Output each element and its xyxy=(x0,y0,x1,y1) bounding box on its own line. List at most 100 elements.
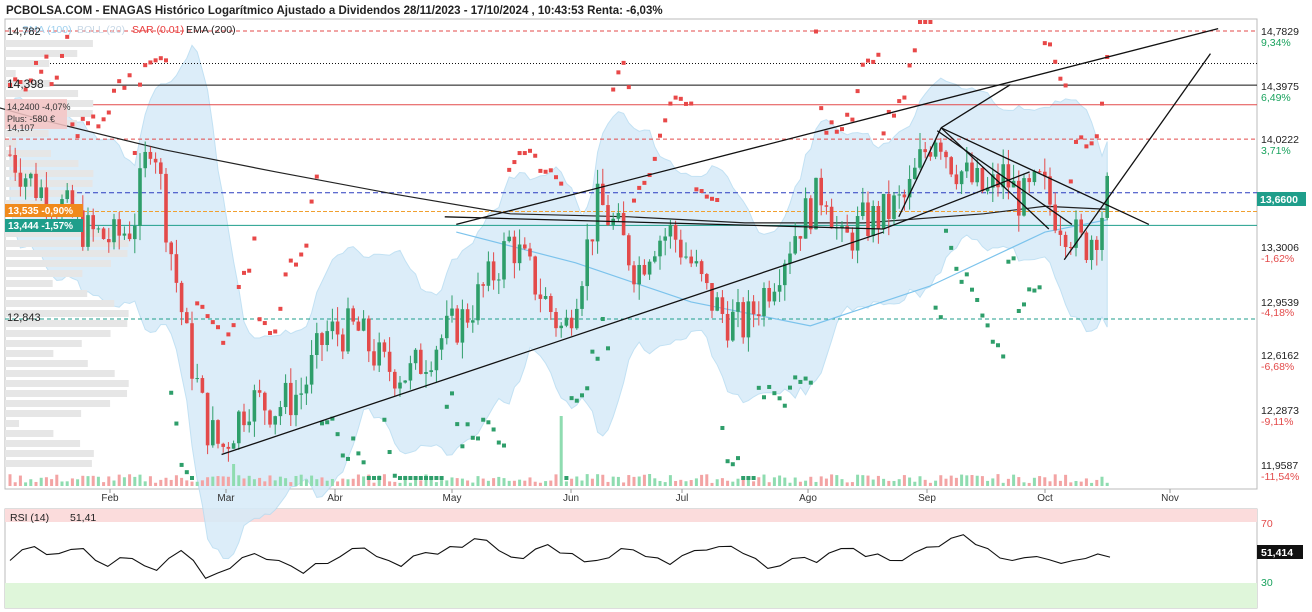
sar-dot xyxy=(70,122,75,127)
volume-bar xyxy=(596,474,600,486)
sar-dot xyxy=(964,272,969,277)
candle-body xyxy=(881,193,886,229)
sar-dot xyxy=(850,117,855,122)
sar-dot xyxy=(725,459,730,464)
candle-body xyxy=(970,162,974,183)
candle-body xyxy=(902,194,907,198)
candle-body xyxy=(320,333,324,346)
x-tick-month: Jul xyxy=(676,493,689,504)
candle-body xyxy=(101,228,106,240)
volume-bar xyxy=(861,475,865,486)
volume-bar xyxy=(393,481,397,486)
volume-bar xyxy=(762,474,766,486)
y-tick-pct: -11,54% xyxy=(1261,471,1299,483)
volume-bar xyxy=(39,477,43,486)
volume-bar xyxy=(50,479,54,486)
volume-bar xyxy=(492,478,496,486)
position-box: 14,2400 -4,07% Plus: -580 € 14,107 xyxy=(5,99,71,133)
sar-dot xyxy=(372,476,376,480)
volume-bar xyxy=(726,480,730,486)
candle-body xyxy=(231,443,236,449)
sar-dot xyxy=(678,96,683,101)
candle-body xyxy=(663,236,667,241)
volume-bar xyxy=(518,479,522,486)
candle-body xyxy=(793,236,797,254)
candle-body xyxy=(684,256,688,258)
sar-dot xyxy=(413,476,418,480)
volume-bar xyxy=(559,416,563,486)
candle-body xyxy=(512,236,517,264)
sar-dot xyxy=(132,150,137,155)
sar-dot xyxy=(366,476,371,480)
volume-bar xyxy=(315,479,319,486)
volume-bar xyxy=(887,480,891,486)
candle-body xyxy=(1079,219,1083,233)
chart-svg[interactable]: PCBOLSA.COM - ENAGAS Histórico Logarítmi… xyxy=(0,0,1312,612)
volume-bar xyxy=(356,474,360,486)
sar-dot xyxy=(1032,288,1037,293)
rsi-level-30: 30 xyxy=(1261,577,1273,589)
sar-dot xyxy=(1001,354,1006,359)
candle-body xyxy=(242,411,246,426)
volume-bar xyxy=(986,480,990,486)
candle-body xyxy=(127,233,132,240)
volume-bar xyxy=(856,474,860,486)
volume-bar xyxy=(897,479,901,486)
volume-bar xyxy=(824,478,828,486)
volume-bar xyxy=(434,482,438,486)
candle-body xyxy=(965,162,969,172)
volume-profile-bar xyxy=(5,360,88,367)
volume-bar xyxy=(76,479,80,486)
volume-bar xyxy=(460,478,464,486)
volume-bar xyxy=(445,480,449,486)
candle-body xyxy=(367,318,371,352)
chart-title: PCBOLSA.COM - ENAGAS Histórico Logarítmi… xyxy=(6,5,663,17)
volume-bar xyxy=(226,476,230,486)
sar-dot xyxy=(226,332,231,337)
volume-bar xyxy=(944,478,948,486)
volume-bar xyxy=(450,477,454,486)
sar-dot xyxy=(699,189,704,194)
sar-dot xyxy=(730,462,735,467)
volume-bar xyxy=(866,475,870,486)
volume-bar xyxy=(564,481,568,486)
volume-bar xyxy=(476,476,480,486)
sar-dot xyxy=(502,443,506,448)
candle-body xyxy=(153,158,158,163)
volume-bar xyxy=(627,475,631,486)
rsi-level-70: 70 xyxy=(1261,518,1273,530)
volume-bar xyxy=(1017,477,1021,486)
sar-dot xyxy=(970,287,974,292)
sar-dot xyxy=(907,63,912,68)
candle-body xyxy=(65,190,69,200)
volume-bar xyxy=(1090,482,1094,486)
candle-body xyxy=(257,390,262,393)
x-tick-month: Abr xyxy=(327,493,343,504)
candle-body xyxy=(554,311,558,329)
volume-bar xyxy=(892,480,896,486)
candle-body xyxy=(346,308,350,352)
sar-dot xyxy=(1079,135,1084,140)
x-tick-month: Sep xyxy=(918,493,936,504)
volume-bar xyxy=(918,476,922,486)
candle-body xyxy=(809,198,813,230)
volume-profile-bar xyxy=(5,60,50,67)
volume-bar xyxy=(174,475,178,486)
sar-dot xyxy=(897,99,902,104)
volume-bar xyxy=(642,474,646,486)
volume-profile-bar xyxy=(5,430,54,437)
volume-bar xyxy=(278,476,282,486)
sar-dot xyxy=(1068,179,1073,184)
volume-bar xyxy=(190,481,194,486)
sar-dot xyxy=(49,82,54,87)
legend-sar: SAR (0.01) xyxy=(132,24,184,36)
x-tick-month: Nov xyxy=(1161,493,1179,504)
sar-dot xyxy=(866,58,870,63)
sar-dot xyxy=(793,375,798,380)
volume-bar xyxy=(1043,477,1047,486)
sar-dot xyxy=(273,329,278,334)
volume-bar xyxy=(606,481,610,486)
sar-dot xyxy=(902,95,907,100)
y-axis-labels: 14,7829 9,34% 14,3975 6,49% 14,0222 3,71… xyxy=(1261,26,1299,483)
volume-bar xyxy=(590,478,594,486)
